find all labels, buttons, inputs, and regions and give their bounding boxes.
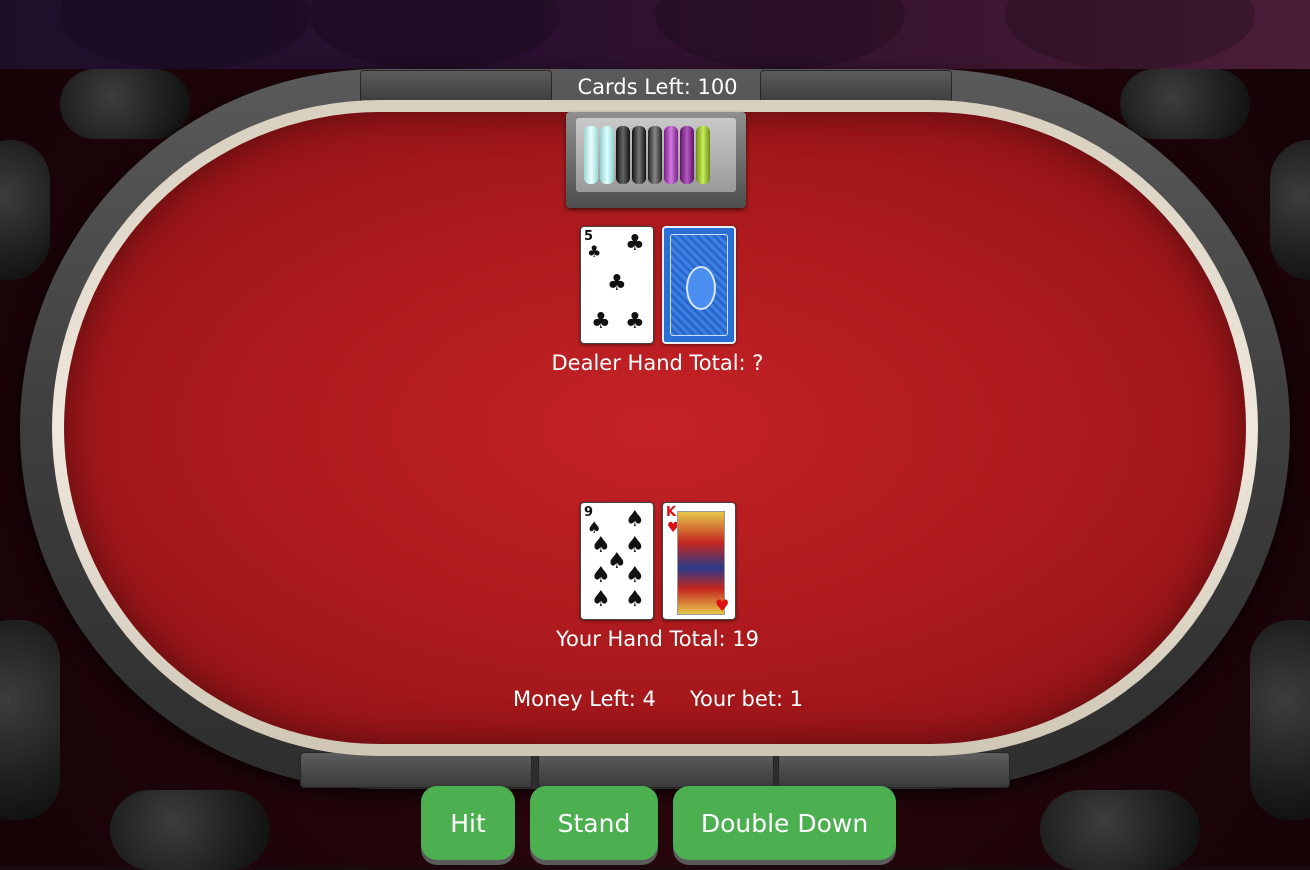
player-card-king-of-hearts: K ♥ ♥ bbox=[662, 502, 736, 620]
banner-decoration bbox=[1005, 0, 1255, 69]
cards-left-counter: Cards Left: 100 bbox=[577, 75, 738, 99]
club-icon: ♣ bbox=[607, 271, 627, 296]
club-icon: ♣ bbox=[591, 309, 611, 334]
banner-decoration bbox=[310, 0, 560, 69]
heart-icon: ♥ bbox=[715, 596, 730, 615]
chip-tray-icon bbox=[566, 112, 746, 208]
spade-icon: ♠ bbox=[625, 563, 645, 588]
club-icon: ♣ bbox=[625, 231, 645, 256]
dealer-card-five-of-clubs: 5 ♣ ♣ ♣ ♣ ♣ bbox=[580, 226, 654, 344]
chair bbox=[1040, 790, 1200, 870]
card-back-icon bbox=[662, 226, 736, 344]
hit-button[interactable]: Hit bbox=[421, 786, 515, 860]
chair bbox=[0, 620, 60, 820]
chair bbox=[0, 140, 50, 280]
stand-button[interactable]: Stand bbox=[530, 786, 658, 860]
player-card-nine-of-spades: 9 ♠ ♠ ♠ ♠ ♠ ♠ ♠ ♠ ♠ bbox=[580, 502, 654, 620]
chair bbox=[110, 790, 270, 870]
spade-icon: ♠ bbox=[625, 533, 645, 558]
spade-icon: ♠ bbox=[591, 587, 611, 612]
banner-decoration bbox=[655, 0, 905, 69]
money-left: Money Left: 4 bbox=[513, 687, 656, 711]
spade-icon: ♠ bbox=[591, 563, 611, 588]
banner-decoration bbox=[60, 0, 310, 69]
rail-segment bbox=[778, 752, 1010, 788]
rail-segment bbox=[538, 752, 774, 788]
chair bbox=[1250, 620, 1310, 820]
top-banner bbox=[0, 0, 1310, 69]
spade-icon: ♠ bbox=[625, 507, 645, 532]
chair bbox=[1270, 140, 1310, 280]
double-down-button[interactable]: Double Down bbox=[673, 786, 896, 860]
spade-icon: ♠ bbox=[625, 587, 645, 612]
chair bbox=[60, 69, 190, 139]
rail-segment bbox=[300, 752, 532, 788]
club-icon: ♣ bbox=[625, 309, 645, 334]
dealer-hand-total: Dealer Hand Total: ? bbox=[551, 351, 764, 375]
current-bet: Your bet: 1 bbox=[690, 687, 804, 711]
player-hand-total: Your Hand Total: 19 bbox=[556, 627, 759, 651]
chair bbox=[1120, 69, 1250, 139]
club-icon: ♣ bbox=[587, 242, 602, 261]
